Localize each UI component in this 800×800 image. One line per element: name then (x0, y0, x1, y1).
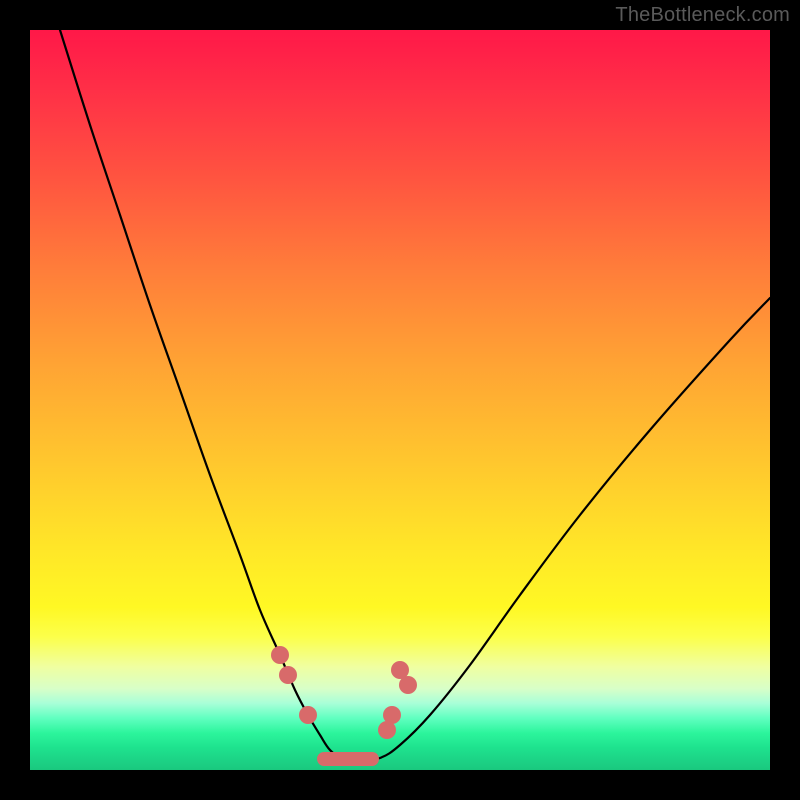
chart-overlay-svg (30, 30, 770, 770)
watermark-text: TheBottleneck.com (615, 4, 790, 27)
right-upper-2-marker (399, 676, 417, 694)
left-mid-marker (299, 706, 317, 724)
bottleneck-curve (60, 30, 770, 760)
curve-markers (271, 646, 417, 739)
left-upper-2-marker (279, 666, 297, 684)
right-mid-2-marker (378, 721, 396, 739)
valley-flat-marker (317, 752, 379, 766)
left-upper-1-marker (271, 646, 289, 664)
chart-frame: TheBottleneck.com (0, 0, 800, 800)
